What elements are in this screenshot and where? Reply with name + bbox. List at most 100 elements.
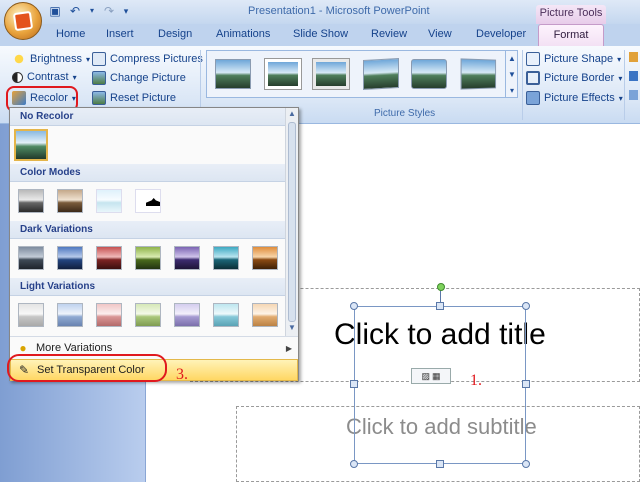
brightness-button[interactable]: Brightness ▾ [12,52,90,66]
tab-developer[interactable]: Developer [476,28,526,40]
light-variation-7[interactable] [252,303,278,327]
annotation-step-3: 3. [176,366,188,383]
resize-handle-e[interactable] [522,380,530,388]
light-variation-5[interactable] [174,303,200,327]
no-recolor-swatch[interactable] [14,129,48,161]
picture-style-2[interactable] [265,59,301,89]
light-variation-1[interactable] [18,303,44,327]
bring-front-icon[interactable] [629,52,638,62]
tab-design[interactable]: Design [158,28,192,40]
scroll-up-icon[interactable]: ▲ [508,54,516,63]
contrast-button[interactable]: Contrast ▾ [12,71,77,83]
picture-styles-label: Picture Styles [374,108,436,119]
title-bar: ▣ ↶ ▾ ↷ ▾ Presentation1 - Microsoft Powe… [0,0,640,40]
picture-style-1[interactable] [215,59,251,89]
chevron-down-icon: ▾ [72,72,77,82]
dark-variations-row [10,239,298,278]
insert-picture-icons[interactable]: ▨ ▦ [411,368,451,384]
sun-icon [12,52,26,66]
picture-icon[interactable]: ▨ [421,371,430,382]
chevron-down-icon: ▾ [617,54,622,64]
compress-pictures-button[interactable]: Compress Pictures [92,52,203,66]
light-variation-6[interactable] [213,303,239,327]
picture-style-6[interactable] [460,58,497,90]
office-button[interactable] [4,2,42,40]
dark-variation-1[interactable] [18,246,44,270]
dark-variation-5[interactable] [174,246,200,270]
picture-shape-label: Picture Shape [544,53,614,65]
contrast-label: Contrast [27,71,69,83]
customize-qat-icon[interactable]: ▾ [122,4,130,18]
resize-handle-sw[interactable] [350,460,358,468]
resize-handle-se[interactable] [522,460,530,468]
save-icon[interactable]: ▣ [48,4,62,18]
resize-handle-nw[interactable] [350,302,358,310]
tab-animations[interactable]: Animations [216,28,270,40]
sepia-swatch[interactable] [57,189,83,213]
dark-variation-6[interactable] [213,246,239,270]
resize-handle-s[interactable] [436,460,444,468]
no-recolor-header: No Recolor [10,108,286,126]
send-back-icon[interactable] [629,71,638,81]
light-variation-3[interactable] [96,303,122,327]
reset-picture-label: Reset Picture [110,92,177,104]
table-icon[interactable]: ▦ [432,371,441,382]
scroll-up-icon[interactable]: ▲ [286,108,298,120]
scroll-down-icon[interactable]: ▼ [508,70,516,79]
picture-border-button[interactable]: Picture Border ▾ [526,71,622,85]
chevron-down-icon: ▾ [618,93,623,103]
annotation-step-1: 1. [470,372,482,389]
change-picture-button[interactable]: Change Picture [92,71,186,85]
tab-insert[interactable]: Insert [106,28,134,40]
dark-variation-3[interactable] [96,246,122,270]
dark-variation-7[interactable] [252,246,278,270]
tab-slide-show[interactable]: Slide Show [293,28,348,40]
dark-variation-2[interactable] [57,246,83,270]
washout-swatch[interactable] [96,189,122,213]
tab-format[interactable]: Format [538,24,604,46]
resize-handle-n[interactable] [436,302,444,310]
light-variation-2[interactable] [57,303,83,327]
resize-handle-ne[interactable] [522,302,530,310]
compress-label: Compress Pictures [110,53,203,65]
tab-home[interactable]: Home [56,28,85,40]
tab-view[interactable]: View [428,28,452,40]
selected-picture-frame[interactable] [354,306,526,464]
gallery-scroll[interactable]: ▲ ▼ ▾ [505,50,518,98]
contrast-icon [12,71,23,83]
no-recolor-row [10,126,298,164]
picture-effects-button[interactable]: Picture Effects ▾ [526,91,623,105]
arrange-group-partial [629,52,638,112]
selection-pane-icon[interactable] [629,90,638,100]
picture-style-4[interactable] [363,58,399,90]
picture-style-3[interactable] [313,59,349,89]
picture-effects-label: Picture Effects [544,92,615,104]
change-picture-label: Change Picture [110,72,186,84]
chevron-down-icon[interactable]: ▾ [88,4,96,18]
change-picture-icon [92,71,106,85]
quick-access-toolbar: ▣ ↶ ▾ ↷ ▾ [48,4,130,18]
effects-icon [526,91,540,105]
black-white-swatch[interactable] [135,189,161,213]
tab-review[interactable]: Review [371,28,407,40]
palette-icon: ● [19,341,27,355]
rotation-handle[interactable] [437,283,445,291]
dark-variation-4[interactable] [135,246,161,270]
silhouette-icon [146,198,160,206]
reset-picture-button[interactable]: Reset Picture [92,91,176,105]
more-variations-label: More Variations [36,342,113,354]
undo-icon[interactable]: ↶ [68,4,82,18]
picture-border-label: Picture Border [544,72,615,84]
office-logo-icon [12,10,34,32]
redo-icon[interactable]: ↷ [102,4,116,18]
compress-icon [92,52,106,66]
resize-handle-w[interactable] [350,380,358,388]
recolor-menu: ▲ ▼ No Recolor Color Modes Dark Variatio… [9,107,299,381]
picture-shape-button[interactable]: Picture Shape ▾ [526,52,621,66]
chevron-right-icon: ▶ [285,343,292,353]
grayscale-swatch[interactable] [18,189,44,213]
light-variation-4[interactable] [135,303,161,327]
gallery-more-icon[interactable]: ▾ [510,86,514,95]
picture-style-5[interactable] [411,59,447,89]
picture-styles-gallery[interactable]: ▲ ▼ ▾ [206,50,518,98]
